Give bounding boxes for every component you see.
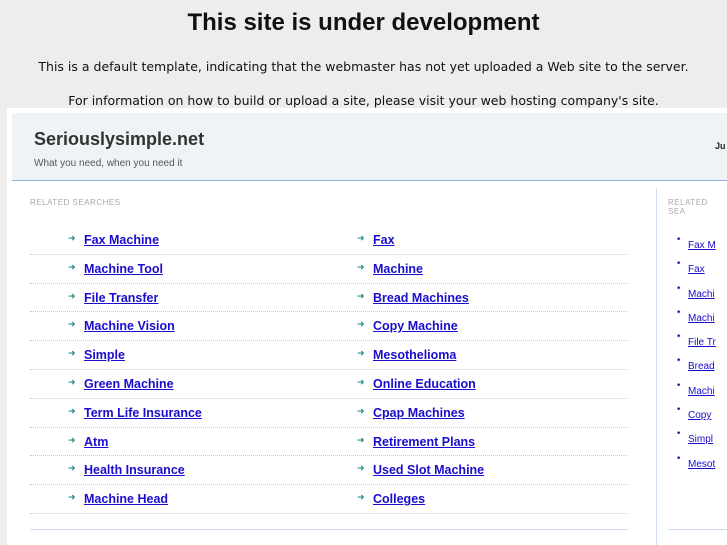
header-right-text: Ju	[715, 141, 726, 151]
bullet-icon: •	[676, 259, 682, 270]
bullet-icon: •	[676, 307, 682, 318]
arrow-icon: ➜	[68, 291, 76, 302]
bullet-icon: •	[676, 429, 682, 440]
table-row: ➜ Machine Tool ➜ Machine	[30, 255, 628, 284]
related-search-link[interactable]: Term Life Insurance	[84, 406, 202, 420]
bullet-icon: •	[676, 332, 682, 343]
arrow-icon: ➜	[68, 320, 76, 331]
side-search-link[interactable]: Mesot	[688, 459, 715, 470]
table-row: ➜ File Transfer ➜ Bread Machines	[30, 284, 628, 313]
arrow-icon: ➜	[357, 435, 365, 446]
related-search-link[interactable]: Simple	[84, 348, 125, 362]
arrow-icon: ➜	[357, 493, 365, 504]
related-search-link[interactable]: Health Insurance	[84, 463, 185, 477]
related-search-link[interactable]: Mesothelioma	[373, 348, 456, 362]
arrow-icon: ➜	[68, 234, 76, 244]
table-row: ➜ Fax Machine ➜ Fax	[30, 226, 628, 255]
related-search-link[interactable]: Copy Machine	[373, 319, 458, 333]
arrow-icon: ➜	[357, 377, 365, 388]
arrow-icon: ➜	[68, 464, 76, 475]
arrow-icon: ➜	[357, 234, 365, 244]
bullet-icon: •	[676, 405, 682, 416]
related-search-link[interactable]: Colleges	[373, 492, 425, 506]
list-item: • Machi	[676, 306, 716, 330]
related-search-link[interactable]: Fax	[373, 233, 395, 247]
side-search-link[interactable]: Machi	[688, 313, 715, 324]
side-search-link[interactable]: Simpl	[688, 434, 713, 445]
related-search-link[interactable]: Machine Vision	[84, 319, 175, 333]
side-search-link[interactable]: Fax M	[688, 240, 716, 251]
site-brand[interactable]: Seriouslysimple.net	[34, 129, 204, 150]
side-search-link[interactable]: Copy	[688, 410, 711, 421]
arrow-icon: ➜	[68, 493, 76, 504]
divider	[30, 529, 628, 530]
arrow-icon: ➜	[357, 406, 365, 417]
list-item: • Fax	[676, 257, 716, 281]
side-search-link[interactable]: Fax	[688, 264, 705, 275]
list-item: • Machi	[676, 379, 716, 403]
info-text-hosting: For information on how to build or uploa…	[68, 93, 659, 108]
related-search-link[interactable]: File Transfer	[84, 291, 158, 305]
side-related-label: RELATED SEA	[668, 198, 708, 216]
bullet-icon: •	[676, 380, 682, 391]
related-search-link[interactable]: Atm	[84, 435, 108, 449]
arrow-icon: ➜	[357, 464, 365, 475]
list-item: • Mesot	[676, 452, 716, 476]
arrow-icon: ➜	[357, 262, 365, 273]
related-search-link[interactable]: Fax Machine	[84, 233, 159, 247]
related-search-link[interactable]: Machine Tool	[84, 262, 163, 276]
arrow-icon: ➜	[68, 377, 76, 388]
side-related-list: • Fax M • Fax • Machi • Machi • File Tr • Bread • Mac…	[676, 233, 716, 476]
related-search-link[interactable]: Machine Head	[84, 492, 168, 506]
table-row: ➜ Simple ➜ Mesothelioma	[30, 341, 628, 370]
related-search-link[interactable]: Cpap Machines	[373, 406, 465, 420]
side-search-link[interactable]: Bread	[688, 361, 715, 372]
arrow-icon: ➜	[357, 349, 365, 360]
bullet-icon: •	[676, 453, 682, 464]
site-tagline: What you need, when you need it	[34, 158, 183, 169]
table-row: ➜ Machine Vision ➜ Copy Machine	[30, 312, 628, 342]
page-title: This site is under development	[187, 9, 540, 36]
arrow-icon: ➜	[68, 262, 76, 273]
related-search-link[interactable]: Bread Machines	[373, 291, 469, 305]
related-search-link[interactable]: Green Machine	[84, 377, 174, 391]
related-search-link[interactable]: Used Slot Machine	[373, 463, 484, 477]
list-item: • File Tr	[676, 330, 716, 354]
related-searches-list: ➜ Fax Machine ➜ Fax ➜ Machine Tool ➜ Machine ➜ Fi…	[30, 226, 628, 514]
list-item: • Machi	[676, 282, 716, 306]
list-item: • Copy	[676, 403, 716, 427]
side-search-link[interactable]: File Tr	[688, 337, 716, 348]
related-search-link[interactable]: Retirement Plans	[373, 435, 475, 449]
side-search-link[interactable]: Machi	[688, 386, 715, 397]
list-item: • Bread	[676, 354, 716, 378]
parked-page-frame: Seriouslysimple.net What you need, when …	[7, 108, 727, 545]
related-search-link[interactable]: Online Education	[373, 377, 476, 391]
divider	[668, 529, 727, 530]
bullet-icon: •	[676, 283, 682, 294]
list-item: • Simpl	[676, 427, 716, 451]
site-header: Seriouslysimple.net What you need, when …	[12, 113, 727, 181]
arrow-icon: ➜	[68, 349, 76, 360]
table-row: ➜ Health Insurance ➜ Used Slot Machine	[30, 456, 628, 486]
arrow-icon: ➜	[68, 406, 76, 417]
arrow-icon: ➜	[357, 291, 365, 302]
table-row: ➜ Term Life Insurance ➜ Cpap Machines	[30, 399, 628, 428]
info-text: This is a default template, indicating t…	[38, 59, 689, 74]
bullet-icon: •	[676, 235, 682, 245]
arrow-icon: ➜	[357, 320, 365, 331]
table-row: ➜ Machine Head ➜ Colleges	[30, 485, 628, 514]
related-searches-label: RELATED SEARCHES	[30, 198, 121, 207]
list-item: • Fax M	[676, 233, 716, 257]
side-search-link[interactable]: Machi	[688, 289, 715, 300]
related-search-link[interactable]: Machine	[373, 262, 423, 276]
bullet-icon: •	[676, 356, 682, 367]
table-row: ➜ Atm ➜ Retirement Plans	[30, 428, 628, 457]
column-divider	[656, 188, 657, 545]
table-row: ➜ Green Machine ➜ Online Education	[30, 370, 628, 399]
arrow-icon: ➜	[68, 435, 76, 446]
